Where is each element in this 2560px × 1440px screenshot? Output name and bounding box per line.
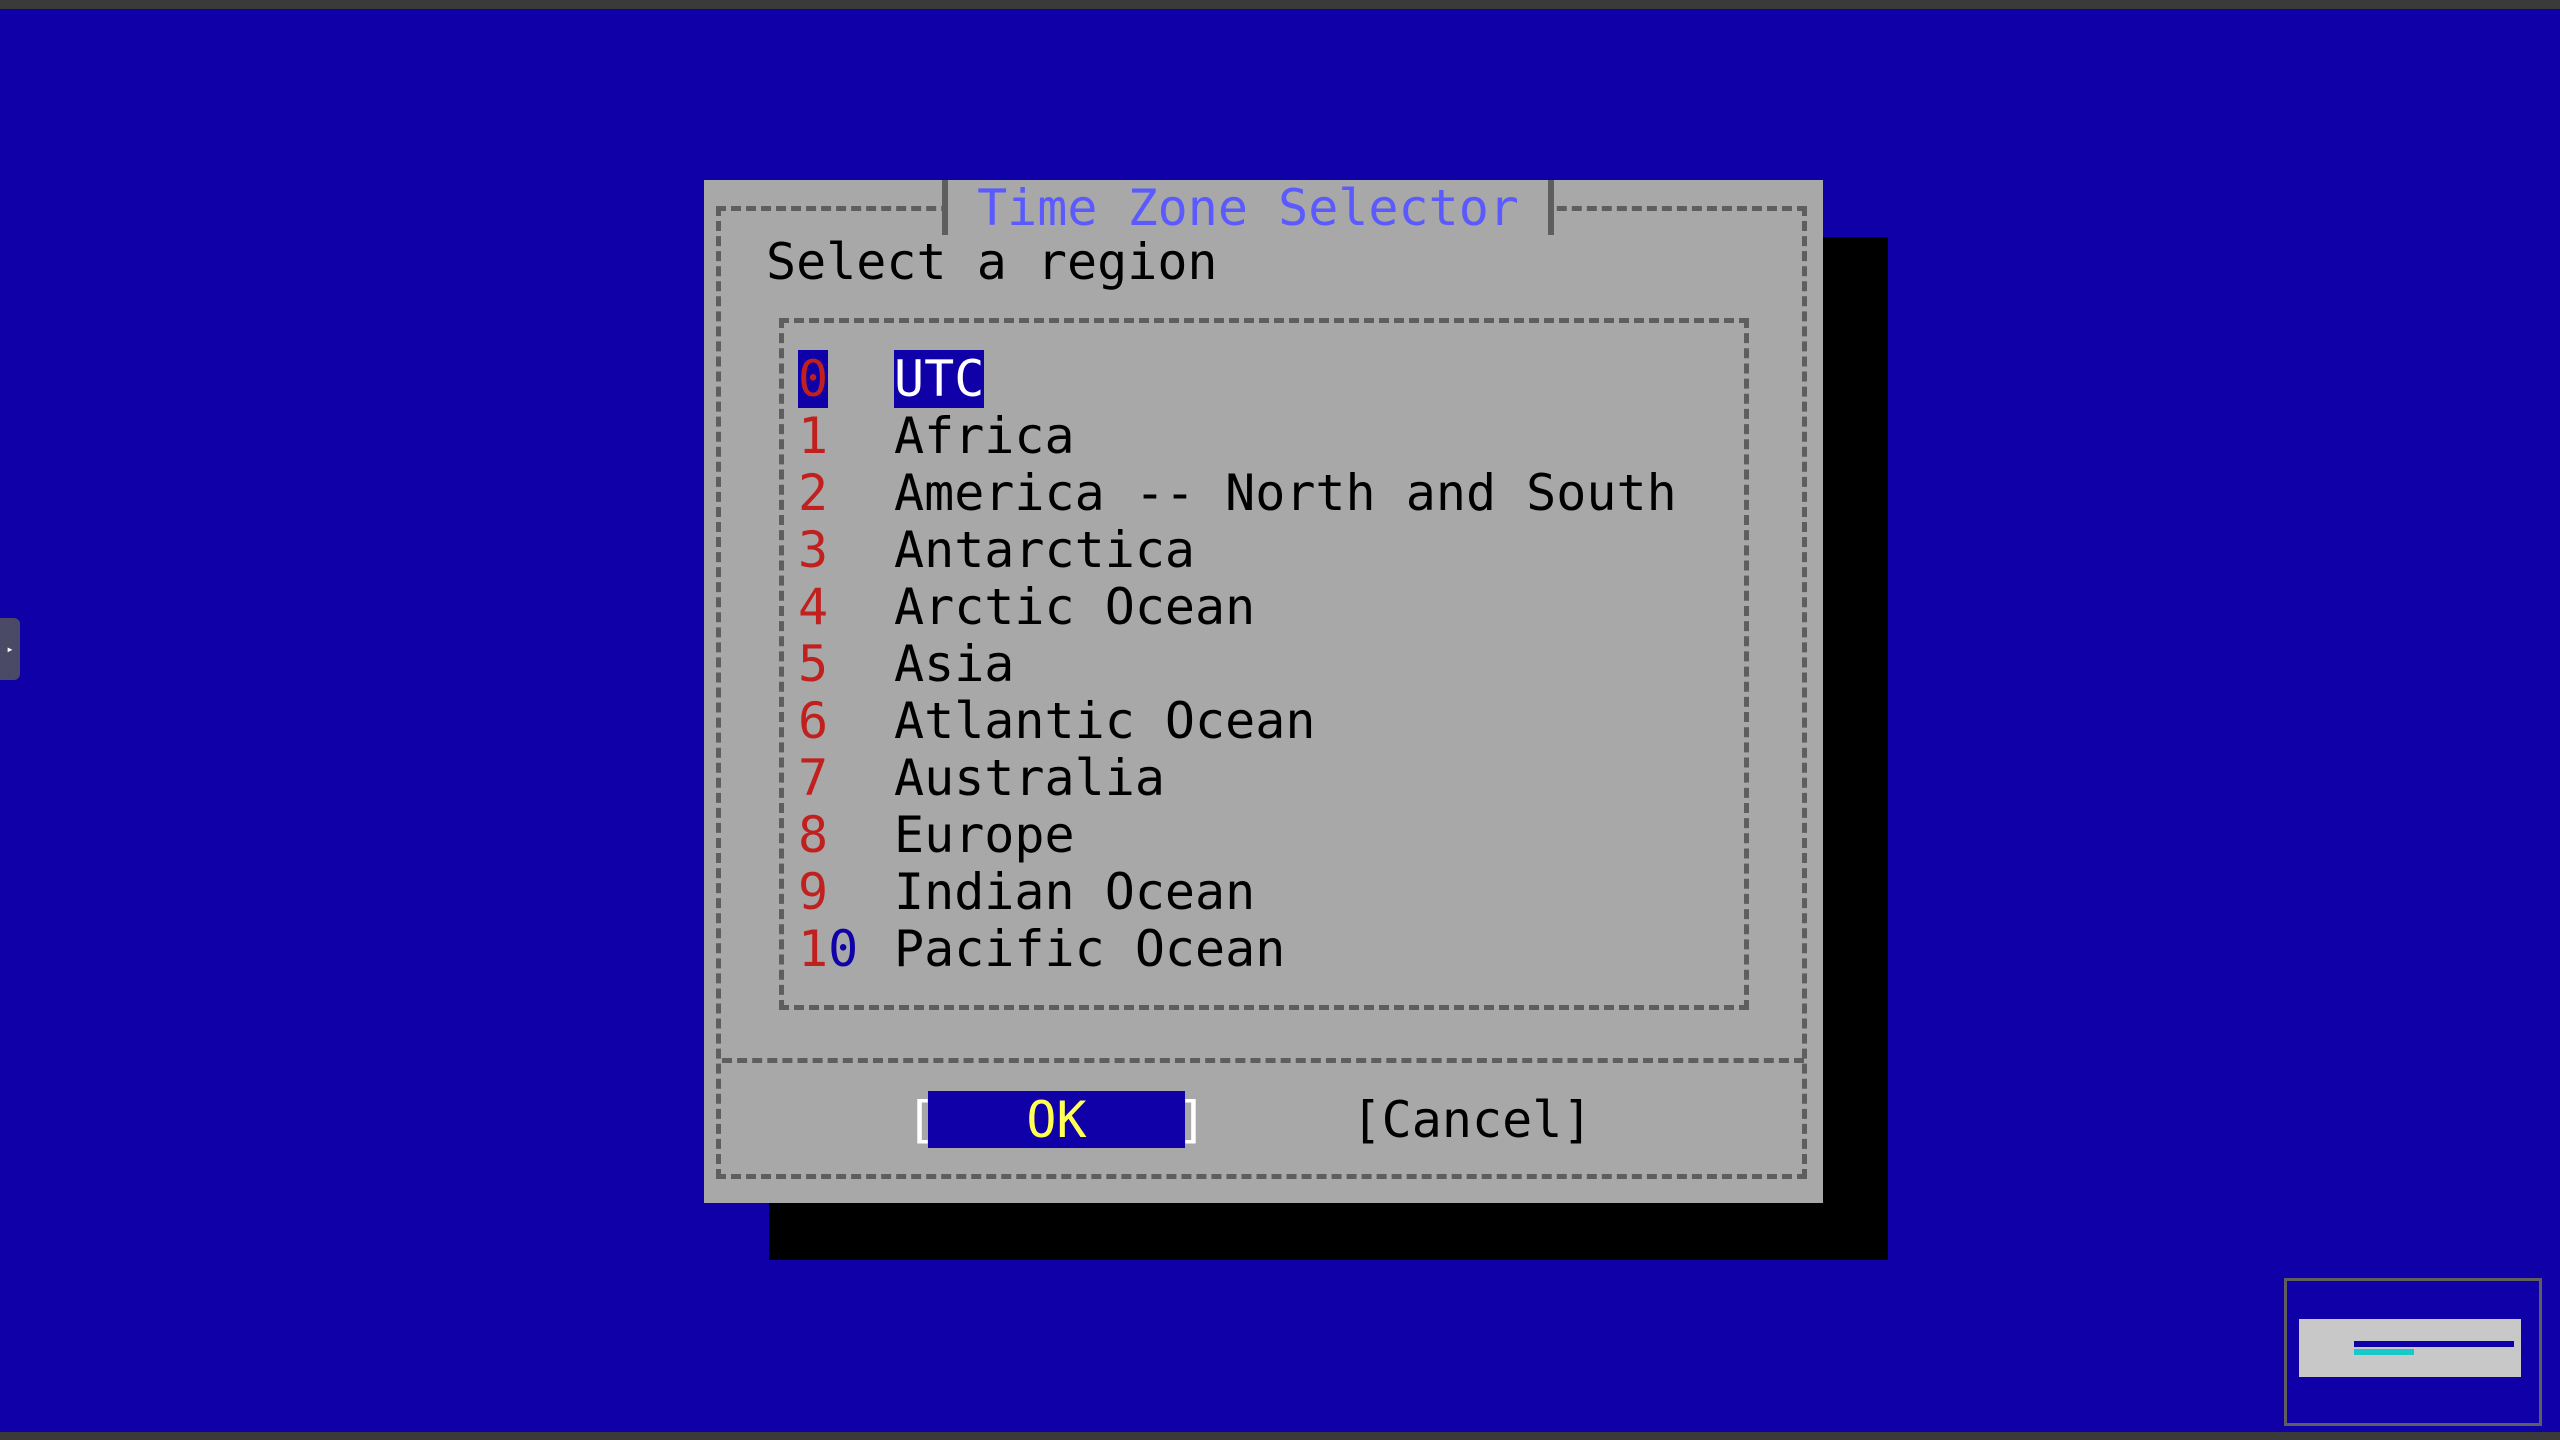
ok-button[interactable]: [ OK ] [906, 1090, 1207, 1149]
side-panel-toggle[interactable]: ▸ [0, 618, 20, 680]
menu-item-indian-ocean[interactable]: 9 Indian Ocean [798, 862, 1758, 921]
menu-item-america[interactable]: 2 America -- North and South [798, 463, 1758, 522]
menu-item-key: 9 [798, 862, 829, 921]
thumbnail-highlight [2354, 1341, 2514, 1347]
menu-item-label: Africa [894, 406, 1075, 465]
dialog-title: Time Zone Selector [942, 179, 1554, 237]
menu-item-key: 3 [798, 520, 829, 579]
menu-item-arctic-ocean[interactable]: 4 Arctic Ocean [798, 577, 1758, 636]
menu-item-key: 4 [798, 577, 829, 636]
menu-item-utc[interactable]: 0 UTC [798, 349, 1758, 408]
menu-item-label: Australia [894, 748, 1165, 807]
button-separator [722, 1058, 1804, 1063]
menu-item-key: 1 [798, 406, 829, 465]
play-arrow-icon: ▸ [6, 642, 14, 656]
menu-item-label: Antarctica [894, 520, 1196, 579]
menu-item-label: UTC [894, 349, 985, 408]
menu-item-key: 10 [798, 920, 858, 978]
menu-item-key: 7 [798, 748, 829, 807]
bottom-bar [0, 1432, 2560, 1440]
ok-button-label: OK [1026, 1090, 1087, 1149]
menu-item-key: 6 [798, 691, 829, 750]
ok-bracket-right: ] [1176, 1090, 1208, 1149]
menu-item-africa[interactable]: 1 Africa [798, 406, 1758, 465]
menu-item-key-digit: 0 [828, 919, 859, 978]
menu-item-key: 8 [798, 805, 829, 864]
menu-item-australia[interactable]: 7 Australia [798, 748, 1758, 807]
menu-item-atlantic-ocean[interactable]: 6 Atlantic Ocean [798, 691, 1758, 750]
menu-item-europe[interactable]: 8 Europe [798, 805, 1758, 864]
menu-item-label: America -- North and South [894, 463, 1677, 522]
menu-item-key: 2 [798, 463, 829, 522]
dialog-prompt: Select a region [766, 233, 1218, 291]
menu-item-label: Europe [894, 805, 1075, 864]
cancel-button[interactable]: [Cancel] [1342, 1091, 1602, 1149]
menu-item-label: Indian Ocean [894, 862, 1256, 921]
thumbnail-dialog [2299, 1319, 2521, 1377]
menu-item-key-digit: 1 [798, 919, 829, 978]
thumbnail-highlight-secondary [2354, 1349, 2414, 1355]
region-menu: 0 UTC 1 Africa 2 America -- North and So… [798, 349, 1758, 978]
menu-item-label: Atlantic Ocean [894, 691, 1316, 750]
window-thumbnail[interactable] [2284, 1278, 2542, 1426]
menu-item-label: Pacific Ocean [894, 919, 1286, 978]
menu-item-label: Asia [894, 634, 1015, 693]
menu-item-key: 5 [798, 634, 829, 693]
ok-bracket-left: [ [905, 1090, 937, 1149]
menu-item-asia[interactable]: 5 Asia [798, 634, 1758, 693]
menu-item-pacific-ocean[interactable]: 10 Pacific Ocean [798, 919, 1758, 978]
time-zone-dialog: Time Zone Selector Select a region 0 UTC… [704, 179, 1823, 1203]
menu-item-label: Arctic Ocean [894, 577, 1256, 636]
menu-item-antarctica[interactable]: 3 Antarctica [798, 520, 1758, 579]
top-bar [0, 0, 2560, 9]
menu-item-key: 0 [798, 349, 829, 408]
